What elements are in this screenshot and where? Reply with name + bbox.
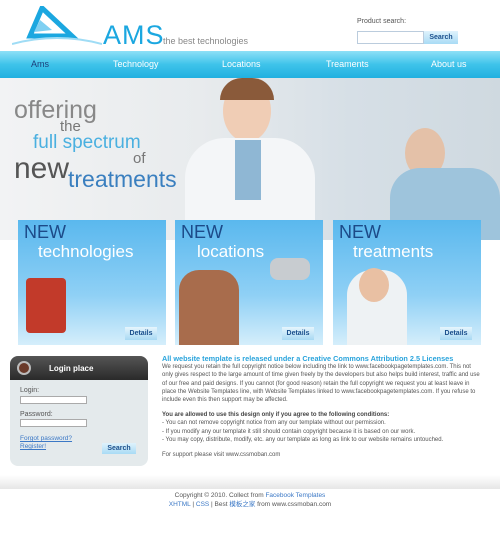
condition-item: - If you modify any our template it stil… xyxy=(162,428,416,435)
card-locations[interactable]: NEW locations Details xyxy=(175,220,323,345)
nav-ams[interactable]: Ams xyxy=(31,59,49,69)
card-new-label: NEW xyxy=(24,222,66,242)
support-text: For support please visit www.cssmoban.co… xyxy=(162,452,281,459)
doctor-photo xyxy=(175,78,325,240)
hero-banner: offering the full spectrum of new treatm… xyxy=(0,78,500,240)
best-text: | Best xyxy=(209,501,230,508)
card-caption: treatments xyxy=(353,242,434,261)
card-technologies[interactable]: NEW technologies Details xyxy=(18,220,166,345)
footer: Copyright © 2010. Collect from Facebook … xyxy=(0,491,500,509)
tagline: the best technologies xyxy=(163,36,249,46)
from-text: from www.cssmoban.com xyxy=(255,501,332,508)
condition-item: - You may copy, distribute, modify, etc.… xyxy=(162,436,444,443)
card-treatments[interactable]: NEW treatments Details xyxy=(333,220,481,345)
nav-technology[interactable]: Technology xyxy=(113,59,159,69)
search-label: Product search: xyxy=(357,18,407,25)
cssmoban-link[interactable]: 模板之家 xyxy=(229,501,255,508)
content-paragraph: We request you retain the full copyright… xyxy=(162,364,480,404)
login-search-button[interactable]: Search xyxy=(102,443,136,454)
brand-name: AMS xyxy=(103,20,165,50)
password-label: Password: xyxy=(20,411,53,418)
facebook-templates-link[interactable]: Facebook Templates xyxy=(265,492,325,499)
hero-line-full-spectrum: full spectrum xyxy=(33,132,141,153)
login-title: Login place xyxy=(49,363,94,373)
register-link[interactable]: Register! xyxy=(20,443,46,450)
search-button[interactable]: Search xyxy=(424,31,458,44)
nav-locations[interactable]: Locations xyxy=(222,59,261,69)
hero-line-offering: offering xyxy=(14,96,97,124)
hero-line-new: new xyxy=(14,152,70,185)
search-input[interactable] xyxy=(357,31,424,44)
card-caption: locations xyxy=(197,242,265,261)
content-title: All website template is released under a… xyxy=(162,354,454,363)
forgot-password-link[interactable]: Forgot password? xyxy=(20,435,72,442)
hero-line-treatments: treatments xyxy=(68,166,177,192)
details-button[interactable]: Details xyxy=(282,327,314,340)
card-new-label: NEW xyxy=(181,222,223,242)
logo-icon xyxy=(12,6,102,45)
main-content: All website template is released under a… xyxy=(162,354,482,459)
nav-treatments[interactable]: Treaments xyxy=(326,59,369,69)
footer-divider xyxy=(0,475,500,489)
card-new-label: NEW xyxy=(339,222,381,242)
login-header: Login place xyxy=(10,356,148,380)
login-panel: Login place Login: Password: Forgot pass… xyxy=(10,356,148,466)
copyright-text: Copyright © 2010. Collect from xyxy=(174,492,264,499)
login-input[interactable] xyxy=(20,396,87,404)
nav-about-us[interactable]: About us xyxy=(431,59,467,69)
details-button[interactable]: Details xyxy=(440,327,472,340)
hero-line-of: of xyxy=(133,150,146,167)
login-label: Login: xyxy=(20,387,40,394)
card-caption: technologies xyxy=(38,242,134,261)
xhtml-link[interactable]: XHTML xyxy=(169,501,191,508)
key-icon xyxy=(17,361,31,375)
css-link[interactable]: CSS xyxy=(196,501,209,508)
details-button[interactable]: Details xyxy=(125,327,157,340)
password-input[interactable] xyxy=(20,419,87,427)
main-nav: Ams Technology Locations Treaments About… xyxy=(0,51,500,78)
condition-item: - You can not remove copyright notice fr… xyxy=(162,420,386,427)
conditions-title: You are allowed to use this design only … xyxy=(162,412,390,419)
